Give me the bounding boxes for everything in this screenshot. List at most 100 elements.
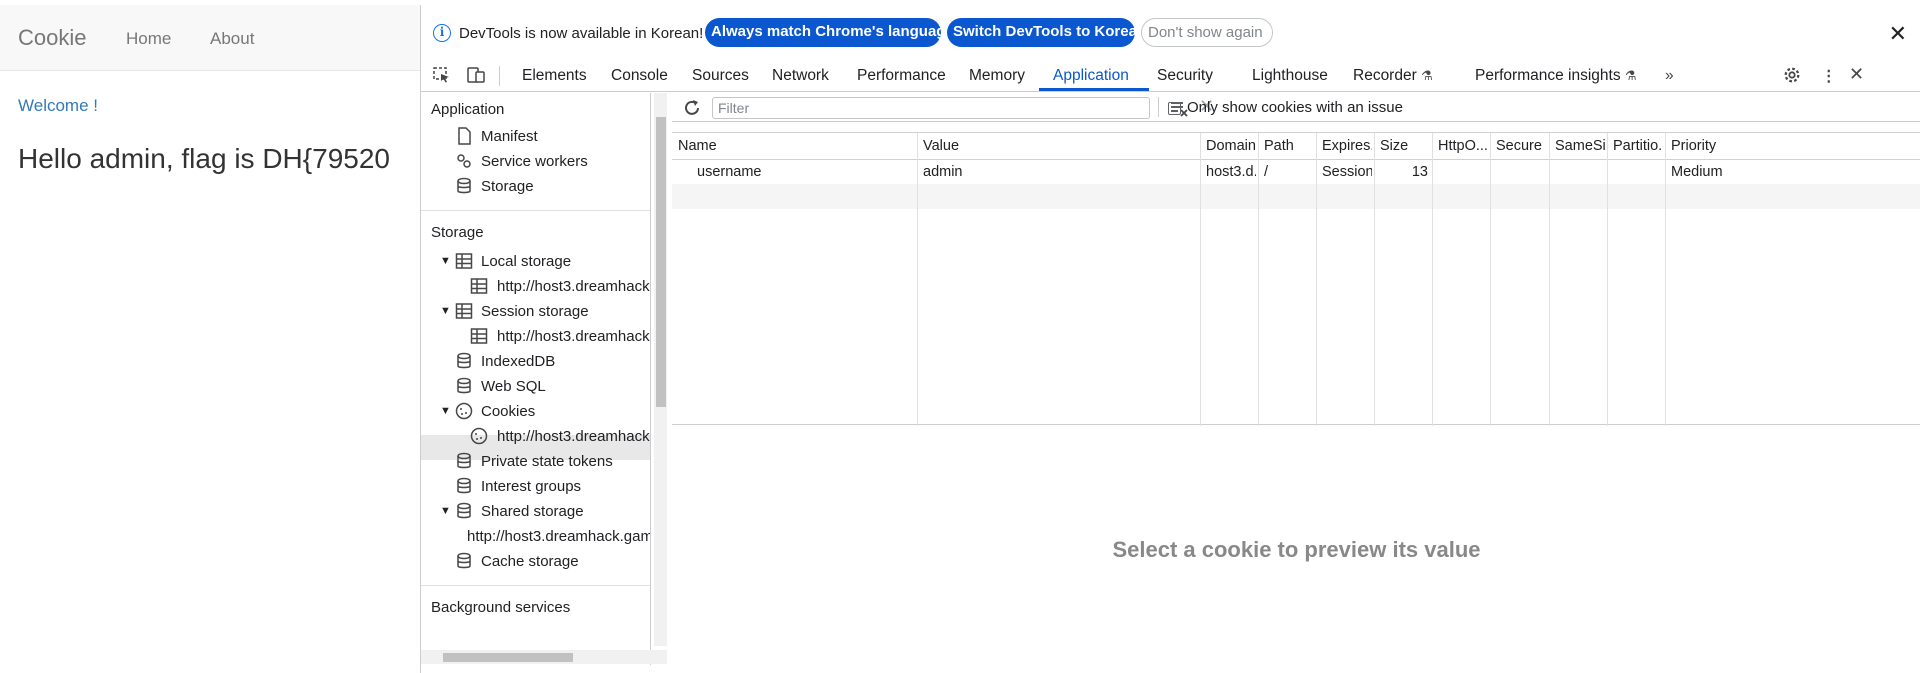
column-header-value[interactable]: Value	[923, 138, 1197, 154]
column-divider	[1432, 133, 1433, 426]
tab-console[interactable]: Console	[611, 67, 668, 85]
tab-security[interactable]: Security	[1157, 67, 1213, 85]
only-issue-checkbox[interactable]	[1168, 102, 1181, 115]
flask-icon: ⚗	[1421, 68, 1433, 83]
cookie-size-cell[interactable]: 13	[1380, 164, 1428, 180]
sidebar-item-session-storage-origin[interactable]: http://host3.dreamhack	[497, 328, 650, 345]
more-options-icon[interactable]: ⋮	[1821, 67, 1837, 86]
cookie-path-cell[interactable]: /	[1264, 164, 1314, 180]
welcome-text: Welcome !	[18, 96, 98, 115]
tab-recorder[interactable]: Recorder ⚗	[1353, 67, 1433, 85]
column-divider	[1665, 133, 1666, 426]
sidebar-scroll-thumb[interactable]	[656, 117, 666, 407]
inspect-element-icon[interactable]	[433, 67, 451, 83]
column-divider	[1607, 133, 1608, 426]
expand-triangle-icon[interactable]: ▼	[440, 405, 451, 417]
sidebar-item-web-sql[interactable]: Web SQL	[481, 378, 546, 395]
column-header-partition[interactable]: Partitio...	[1613, 138, 1663, 154]
cookie-domain-cell[interactable]: host3.d...	[1206, 164, 1256, 180]
expand-triangle-icon[interactable]: ▼	[440, 255, 451, 267]
cookie-icon	[455, 402, 473, 420]
column-divider	[1490, 133, 1491, 426]
column-divider	[1316, 133, 1317, 426]
tab-performance-insights[interactable]: Performance insights ⚗	[1475, 67, 1637, 85]
tab-application[interactable]: Application	[1053, 67, 1129, 85]
language-infobar: i DevTools is now available in Korean! A…	[421, 14, 1920, 54]
database-icon	[457, 452, 471, 469]
tab-performance-insights-label: Performance insights	[1475, 67, 1621, 84]
sidebar-item-cookies[interactable]: Cookies	[481, 403, 535, 420]
sidebar-item-shared-storage[interactable]: Shared storage	[481, 503, 584, 520]
sidebar-item-storage[interactable]: Storage	[481, 178, 534, 195]
tab-memory[interactable]: Memory	[969, 67, 1025, 85]
column-header-secure[interactable]: Secure	[1496, 138, 1546, 154]
expand-triangle-icon[interactable]: ▼	[440, 505, 451, 517]
tab-lighthouse[interactable]: Lighthouse	[1252, 67, 1328, 85]
sidebar-item-cache-storage[interactable]: Cache storage	[481, 553, 579, 570]
sidebar-heading-storage: Storage	[431, 224, 484, 241]
tab-network[interactable]: Network	[772, 67, 829, 85]
column-header-name[interactable]: Name	[678, 138, 914, 154]
sidebar-item-session-storage[interactable]: Session storage	[481, 303, 589, 320]
database-icon	[457, 177, 471, 194]
sidebar-item-private-state-tokens[interactable]: Private state tokens	[481, 453, 613, 470]
sidebar-item-service-workers[interactable]: Service workers	[481, 153, 588, 170]
sidebar-item-local-storage[interactable]: Local storage	[481, 253, 571, 270]
table-icon	[470, 328, 488, 344]
sidebar-item-shared-storage-origin[interactable]: http://host3.dreamhack.gam	[467, 528, 650, 545]
close-devtools-icon[interactable]: ✕	[1849, 64, 1864, 85]
filter-input[interactable]: Filter	[712, 97, 1150, 119]
column-header-domain[interactable]: Domain	[1206, 138, 1256, 154]
more-tabs-chevron-icon[interactable]: »	[1665, 67, 1674, 85]
sidebar-item-interest-groups[interactable]: Interest groups	[481, 478, 581, 495]
cookie-expires-cell[interactable]: Session	[1322, 164, 1372, 180]
tab-recorder-label: Recorder	[1353, 67, 1417, 84]
gear-icon	[457, 154, 471, 168]
gear-icon[interactable]	[1783, 66, 1801, 84]
toolbar-divider	[499, 66, 500, 86]
database-icon	[457, 352, 471, 369]
table-icon	[455, 253, 473, 269]
active-tab-indicator	[1039, 88, 1149, 91]
sidebar-item-indexeddb[interactable]: IndexedDB	[481, 353, 555, 370]
site-brand[interactable]: Cookie	[18, 25, 86, 51]
cookie-value-cell[interactable]: admin	[923, 164, 1197, 180]
switch-to-korean-button[interactable]: Switch DevTools to Korean	[947, 18, 1146, 47]
nav-link-about[interactable]: About	[210, 29, 254, 49]
sidebar-divider	[421, 210, 650, 211]
column-header-expires[interactable]: Expires...	[1322, 138, 1372, 154]
tab-elements[interactable]: Elements	[522, 67, 587, 85]
expand-triangle-icon[interactable]: ▼	[440, 305, 451, 317]
device-toolbar-icon[interactable]	[467, 67, 485, 83]
database-icon	[457, 477, 471, 494]
column-divider	[1258, 133, 1259, 426]
sidebar-item-cookies-origin[interactable]: http://host3.dreamhack	[497, 428, 650, 445]
tab-sources[interactable]: Sources	[692, 67, 749, 85]
sidebar-item-local-storage-origin[interactable]: http://host3.dreamhack	[497, 278, 650, 295]
flask-icon: ⚗	[1624, 68, 1637, 83]
sidebar-item-manifest[interactable]: Manifest	[481, 128, 538, 145]
column-header-samesite[interactable]: SameSi...	[1555, 138, 1605, 154]
toolbar-divider	[1158, 97, 1159, 117]
column-header-size[interactable]: Size	[1380, 138, 1430, 154]
database-icon	[457, 552, 471, 569]
only-issue-label: Only show cookies with an issue	[1187, 99, 1403, 116]
column-header-httponly[interactable]: HttpO...	[1438, 138, 1488, 154]
sidebar-heading-background-services: Background services	[431, 599, 571, 616]
sidebar-horizontal-scroll-thumb[interactable]	[443, 653, 573, 662]
site-navbar: Cookie Home About	[0, 5, 420, 71]
nav-link-home[interactable]: Home	[126, 29, 171, 49]
dont-show-again-button[interactable]: Don't show again	[1141, 18, 1273, 47]
close-icon[interactable]: ✕	[1889, 21, 1907, 47]
column-header-priority[interactable]: Priority	[1671, 138, 1751, 154]
refresh-icon[interactable]	[682, 98, 702, 118]
database-icon	[457, 377, 471, 394]
column-header-path[interactable]: Path	[1264, 138, 1314, 154]
tab-performance[interactable]: Performance	[857, 67, 946, 85]
always-match-language-button[interactable]: Always match Chrome's language	[705, 18, 954, 47]
cookie-priority-cell[interactable]: Medium	[1671, 164, 1751, 180]
infobar-text: DevTools is now available in Korean!	[459, 25, 704, 42]
cookie-name-cell[interactable]: username	[697, 164, 915, 180]
application-sidebar: Application Manifest Service workers Sto…	[421, 93, 651, 665]
devtools-tabbar: Elements Console Sources Network Perform…	[421, 59, 1920, 92]
